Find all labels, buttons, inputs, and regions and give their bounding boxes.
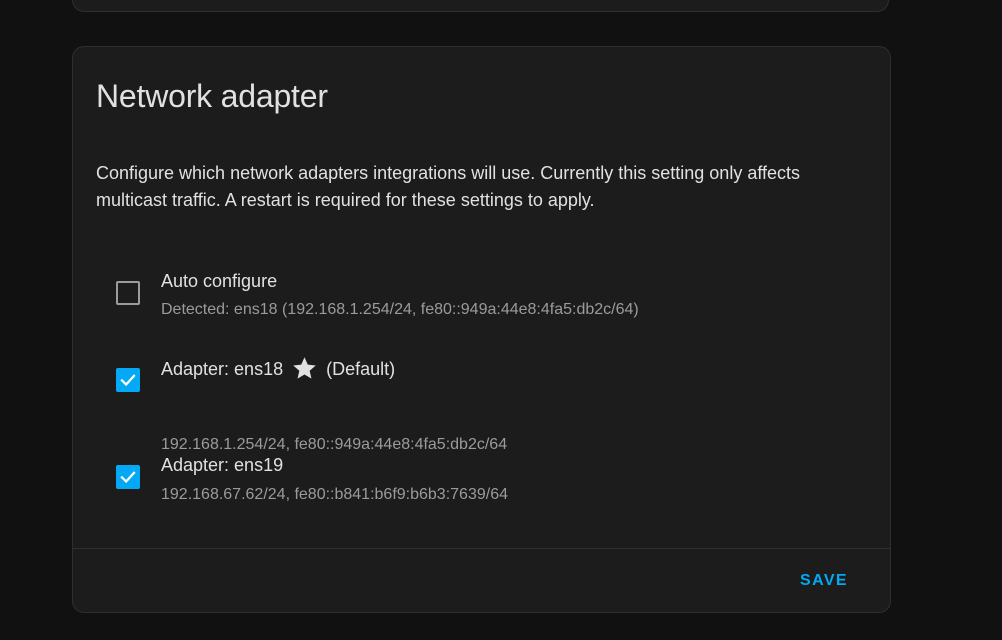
save-button[interactable]: SAVE bbox=[788, 567, 860, 595]
adapter-label: Auto configure bbox=[161, 269, 277, 293]
adapter-label-text: Adapter: ens18 bbox=[161, 358, 284, 379]
adapter-row-auto-configure: Auto configure Detected: ens18 (192.168.… bbox=[73, 259, 890, 329]
checkmark-icon bbox=[120, 374, 136, 387]
default-label: (Default) bbox=[326, 358, 396, 379]
adapter-label-text: Auto configure bbox=[161, 271, 278, 291]
adapter-sublabel: 192.168.67.62/24, fe80::b841:b6f9:b6b3:7… bbox=[161, 486, 508, 503]
adapter-ens19-checkbox[interactable] bbox=[116, 465, 140, 489]
card-title: Network adapter bbox=[96, 78, 328, 114]
checkmark-icon bbox=[120, 471, 136, 484]
star-icon bbox=[293, 357, 316, 379]
auto-configure-checkbox[interactable] bbox=[116, 281, 140, 305]
card-actions: SAVE bbox=[73, 548, 890, 613]
adapter-sublabel: 192.168.1.254/24, fe80::949a:44e8:4fa5:d… bbox=[161, 436, 508, 453]
adapter-row-ens19: Adapter: ens19 192.168.67.62/24, fe80::b… bbox=[73, 453, 890, 523]
adapter-row-ens18: Adapter: ens18 (Default) 192.168.1.254/2… bbox=[73, 355, 890, 453]
card-description: Configure which network adapters integra… bbox=[96, 163, 801, 210]
adapter-label: Adapter: ens19 bbox=[161, 453, 283, 477]
adapter-ens18-checkbox[interactable] bbox=[116, 368, 140, 392]
adapter-label-text: Adapter: ens19 bbox=[161, 455, 284, 475]
adapter-sublabel: Detected: ens18 (192.168.1.254/24, fe80:… bbox=[161, 301, 639, 318]
adapter-label: Adapter: ens18 (Default) bbox=[161, 355, 395, 382]
network-adapter-card: Network adapter Configure which network … bbox=[72, 46, 891, 613]
previous-card bbox=[72, 0, 889, 12]
